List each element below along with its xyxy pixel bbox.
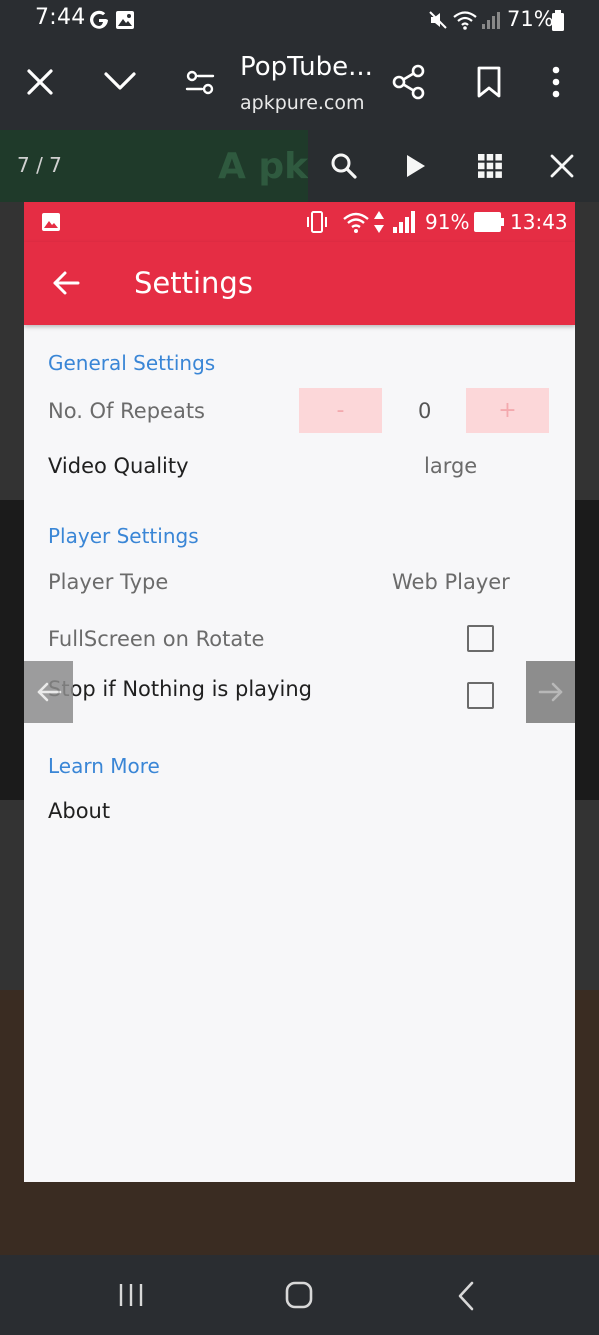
about-label: About: [48, 799, 111, 823]
close-tab-icon[interactable]: [25, 67, 55, 97]
gallery-notification-icon: [116, 11, 134, 29]
previous-image-button[interactable]: [24, 661, 73, 723]
section-general-settings: General Settings: [48, 351, 216, 375]
page-domain: apkpure.com: [240, 92, 365, 114]
repeats-decrement-button[interactable]: -: [299, 388, 382, 433]
zoom-icon[interactable]: [330, 152, 358, 180]
section-player-settings: Player Settings: [48, 524, 199, 548]
settings-app-bar: Settings: [24, 242, 575, 325]
app-screenshot: 91% 13:43 Settings General Settings No. …: [24, 202, 575, 1182]
background-logo: A pk: [218, 146, 309, 187]
player-type-row[interactable]: Player Type Web Player: [24, 557, 575, 607]
gallery-controls: [308, 130, 599, 202]
player-type-value: Web Player: [392, 570, 510, 594]
video-quality-label: Video Quality: [48, 454, 189, 478]
next-image-button[interactable]: [526, 661, 575, 723]
page-title: PopTube...: [240, 52, 373, 82]
repeats-value: 0: [418, 399, 432, 423]
arrow-right-icon: [538, 682, 562, 702]
google-icon: [90, 10, 108, 29]
status-time: 7:44: [35, 5, 86, 30]
image-counter: 7 / 7: [17, 153, 62, 177]
fullscreen-rotate-checkbox[interactable]: [467, 625, 494, 652]
close-viewer-icon[interactable]: [550, 154, 574, 178]
site-settings-icon[interactable]: [185, 70, 215, 96]
data-transfer-icon: [374, 211, 384, 233]
player-type-label: Player Type: [48, 570, 169, 594]
screenshot-status-bar: 91% 13:43: [24, 202, 575, 242]
grid-view-icon[interactable]: [478, 154, 502, 178]
wifi-icon: [453, 11, 477, 30]
screenshot-signal-icon: [393, 211, 415, 233]
gallery-bar: 7 / 7 A pk: [0, 130, 599, 202]
share-icon[interactable]: [392, 64, 426, 100]
video-quality-row[interactable]: Video Quality large: [24, 442, 575, 492]
back-arrow-icon[interactable]: [52, 270, 80, 296]
screenshot-wifi-icon: [343, 212, 369, 233]
screenshot-time: 13:43: [510, 210, 568, 234]
browser-toolbar: PopTube... apkpure.com: [0, 40, 599, 130]
home-icon[interactable]: [284, 1281, 314, 1309]
stop-if-nothing-checkbox[interactable]: [467, 682, 494, 709]
stop-if-nothing-label: Stop if Nothing is playing: [48, 677, 312, 701]
vibrate-icon: [307, 211, 327, 233]
image-notification-icon: [42, 213, 60, 231]
section-learn-more: Learn More: [48, 754, 160, 778]
battery-icon: [552, 10, 564, 31]
status-bar: 7:44 71%: [0, 0, 599, 40]
screenshot-battery-percent: 91%: [425, 210, 470, 234]
fullscreen-rotate-label: FullScreen on Rotate: [48, 627, 265, 651]
screenshot-battery-icon: [474, 212, 504, 232]
address-area[interactable]: PopTube... apkpure.com: [240, 40, 380, 130]
chevron-down-icon[interactable]: [103, 70, 137, 92]
recent-apps-icon[interactable]: [117, 1282, 145, 1308]
repeats-increment-button[interactable]: +: [466, 388, 549, 433]
signal-icon: [482, 12, 500, 29]
battery-percent: 71%: [507, 7, 554, 31]
arrow-left-icon: [37, 682, 61, 702]
back-nav-icon[interactable]: [456, 1281, 476, 1311]
system-nav-bar: [0, 1255, 599, 1335]
settings-title: Settings: [134, 266, 253, 300]
bookmark-icon[interactable]: [476, 65, 502, 99]
repeats-label: No. Of Repeats: [48, 399, 205, 423]
mute-icon: [429, 11, 447, 29]
about-row[interactable]: About: [24, 787, 575, 837]
video-quality-value: large: [424, 454, 478, 478]
slideshow-play-icon[interactable]: [405, 153, 427, 179]
more-options-icon[interactable]: [551, 66, 561, 98]
